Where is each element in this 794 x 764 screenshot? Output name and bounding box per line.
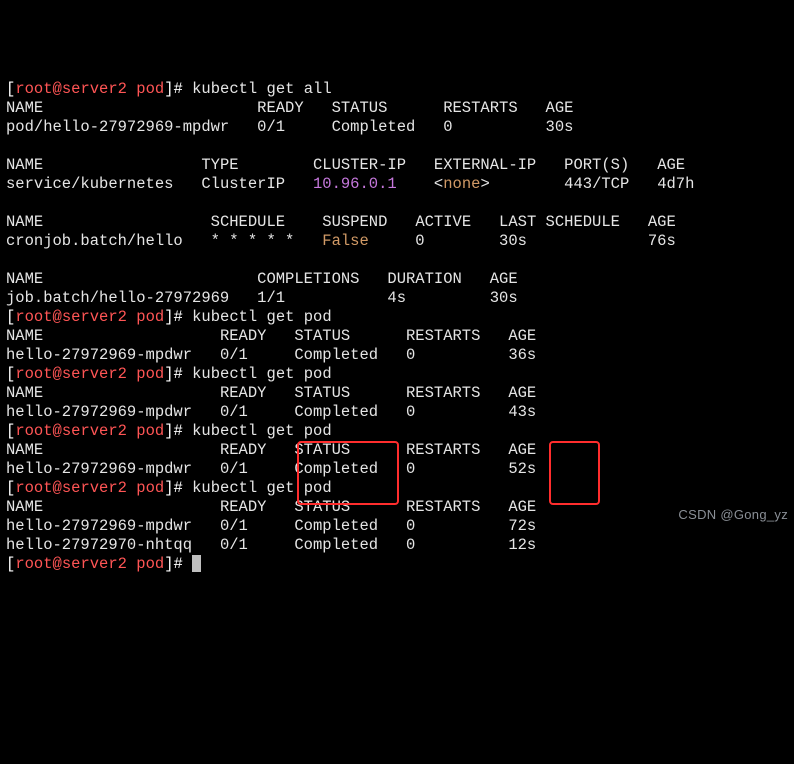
- col-age: AGE: [657, 156, 685, 174]
- pod-age: 30s: [546, 118, 574, 136]
- prompt-host: server2: [62, 80, 127, 98]
- col-cluster-ip: CLUSTER-IP: [313, 156, 406, 174]
- svc-ext-text: none: [443, 175, 480, 193]
- terminal-output[interactable]: [root@server2 pod]# kubectl get all NAME…: [6, 80, 788, 574]
- job-completions: 1/1: [257, 289, 285, 307]
- pod-name: hello-27972969-mpdwr: [6, 460, 192, 478]
- col-ports: PORT(S): [564, 156, 629, 174]
- cron-suspend: False: [322, 232, 369, 250]
- col-name: NAME: [6, 213, 43, 231]
- pod-name: pod/hello-27972969-mpdwr: [6, 118, 229, 136]
- col-restarts: RESTARTS: [443, 99, 517, 117]
- svc-ext-close: >: [480, 175, 489, 193]
- col-external-ip: EXTERNAL-IP: [434, 156, 536, 174]
- svc-cluster-ip: 10.96.0.1: [313, 175, 397, 193]
- command: kubectl get pod: [192, 365, 332, 383]
- svc-ext-open: <: [434, 175, 443, 193]
- cron-schedule: * * * * *: [211, 232, 295, 250]
- col-name: NAME: [6, 156, 43, 174]
- prompt-user: root: [15, 80, 52, 98]
- svc-type: ClusterIP: [201, 175, 285, 193]
- col-last-schedule: LAST SCHEDULE: [499, 213, 620, 231]
- col-type: TYPE: [201, 156, 238, 174]
- command: kubectl get pod: [192, 308, 332, 326]
- job-name: job.batch/hello-27972969: [6, 289, 229, 307]
- pod-name: hello-27972970-nhtqq: [6, 536, 192, 554]
- prompt-cwd: pod: [136, 80, 164, 98]
- col-ready: READY: [257, 99, 304, 117]
- pod-name: hello-27972969-mpdwr: [6, 403, 192, 421]
- cursor[interactable]: [192, 555, 201, 572]
- svc-age: 4d7h: [657, 175, 694, 193]
- cron-name: cronjob.batch/hello: [6, 232, 183, 250]
- pod-ready: 0/1: [257, 118, 285, 136]
- col-active: ACTIVE: [415, 213, 471, 231]
- col-name: NAME: [6, 270, 43, 288]
- prompt-bracket: [: [6, 80, 15, 98]
- command: kubectl get pod: [192, 422, 332, 440]
- col-suspend: SUSPEND: [322, 213, 387, 231]
- col-name: NAME: [6, 99, 43, 117]
- col-age: AGE: [490, 270, 518, 288]
- watermark: CSDN @Gong_yz: [678, 505, 788, 524]
- job-age: 30s: [490, 289, 518, 307]
- col-age: AGE: [648, 213, 676, 231]
- pod-status: Completed: [332, 118, 416, 136]
- pod-name: hello-27972969-mpdwr: [6, 517, 192, 535]
- prompt-at: @: [53, 80, 62, 98]
- col-duration: DURATION: [387, 270, 461, 288]
- pod-restarts: 0: [443, 118, 452, 136]
- pod-name: hello-27972969-mpdwr: [6, 346, 192, 364]
- col-status: STATUS: [332, 99, 388, 117]
- command: kubectl get pod: [192, 479, 332, 497]
- cron-active: 0: [415, 232, 424, 250]
- job-duration: 4s: [387, 289, 406, 307]
- col-age: AGE: [546, 99, 574, 117]
- cron-last: 30s: [499, 232, 527, 250]
- cron-age: 76s: [648, 232, 676, 250]
- command: kubectl get all: [192, 80, 332, 98]
- svc-name: service/kubernetes: [6, 175, 173, 193]
- col-completions: COMPLETIONS: [257, 270, 359, 288]
- svc-ports: 443/TCP: [564, 175, 629, 193]
- col-schedule: SCHEDULE: [211, 213, 285, 231]
